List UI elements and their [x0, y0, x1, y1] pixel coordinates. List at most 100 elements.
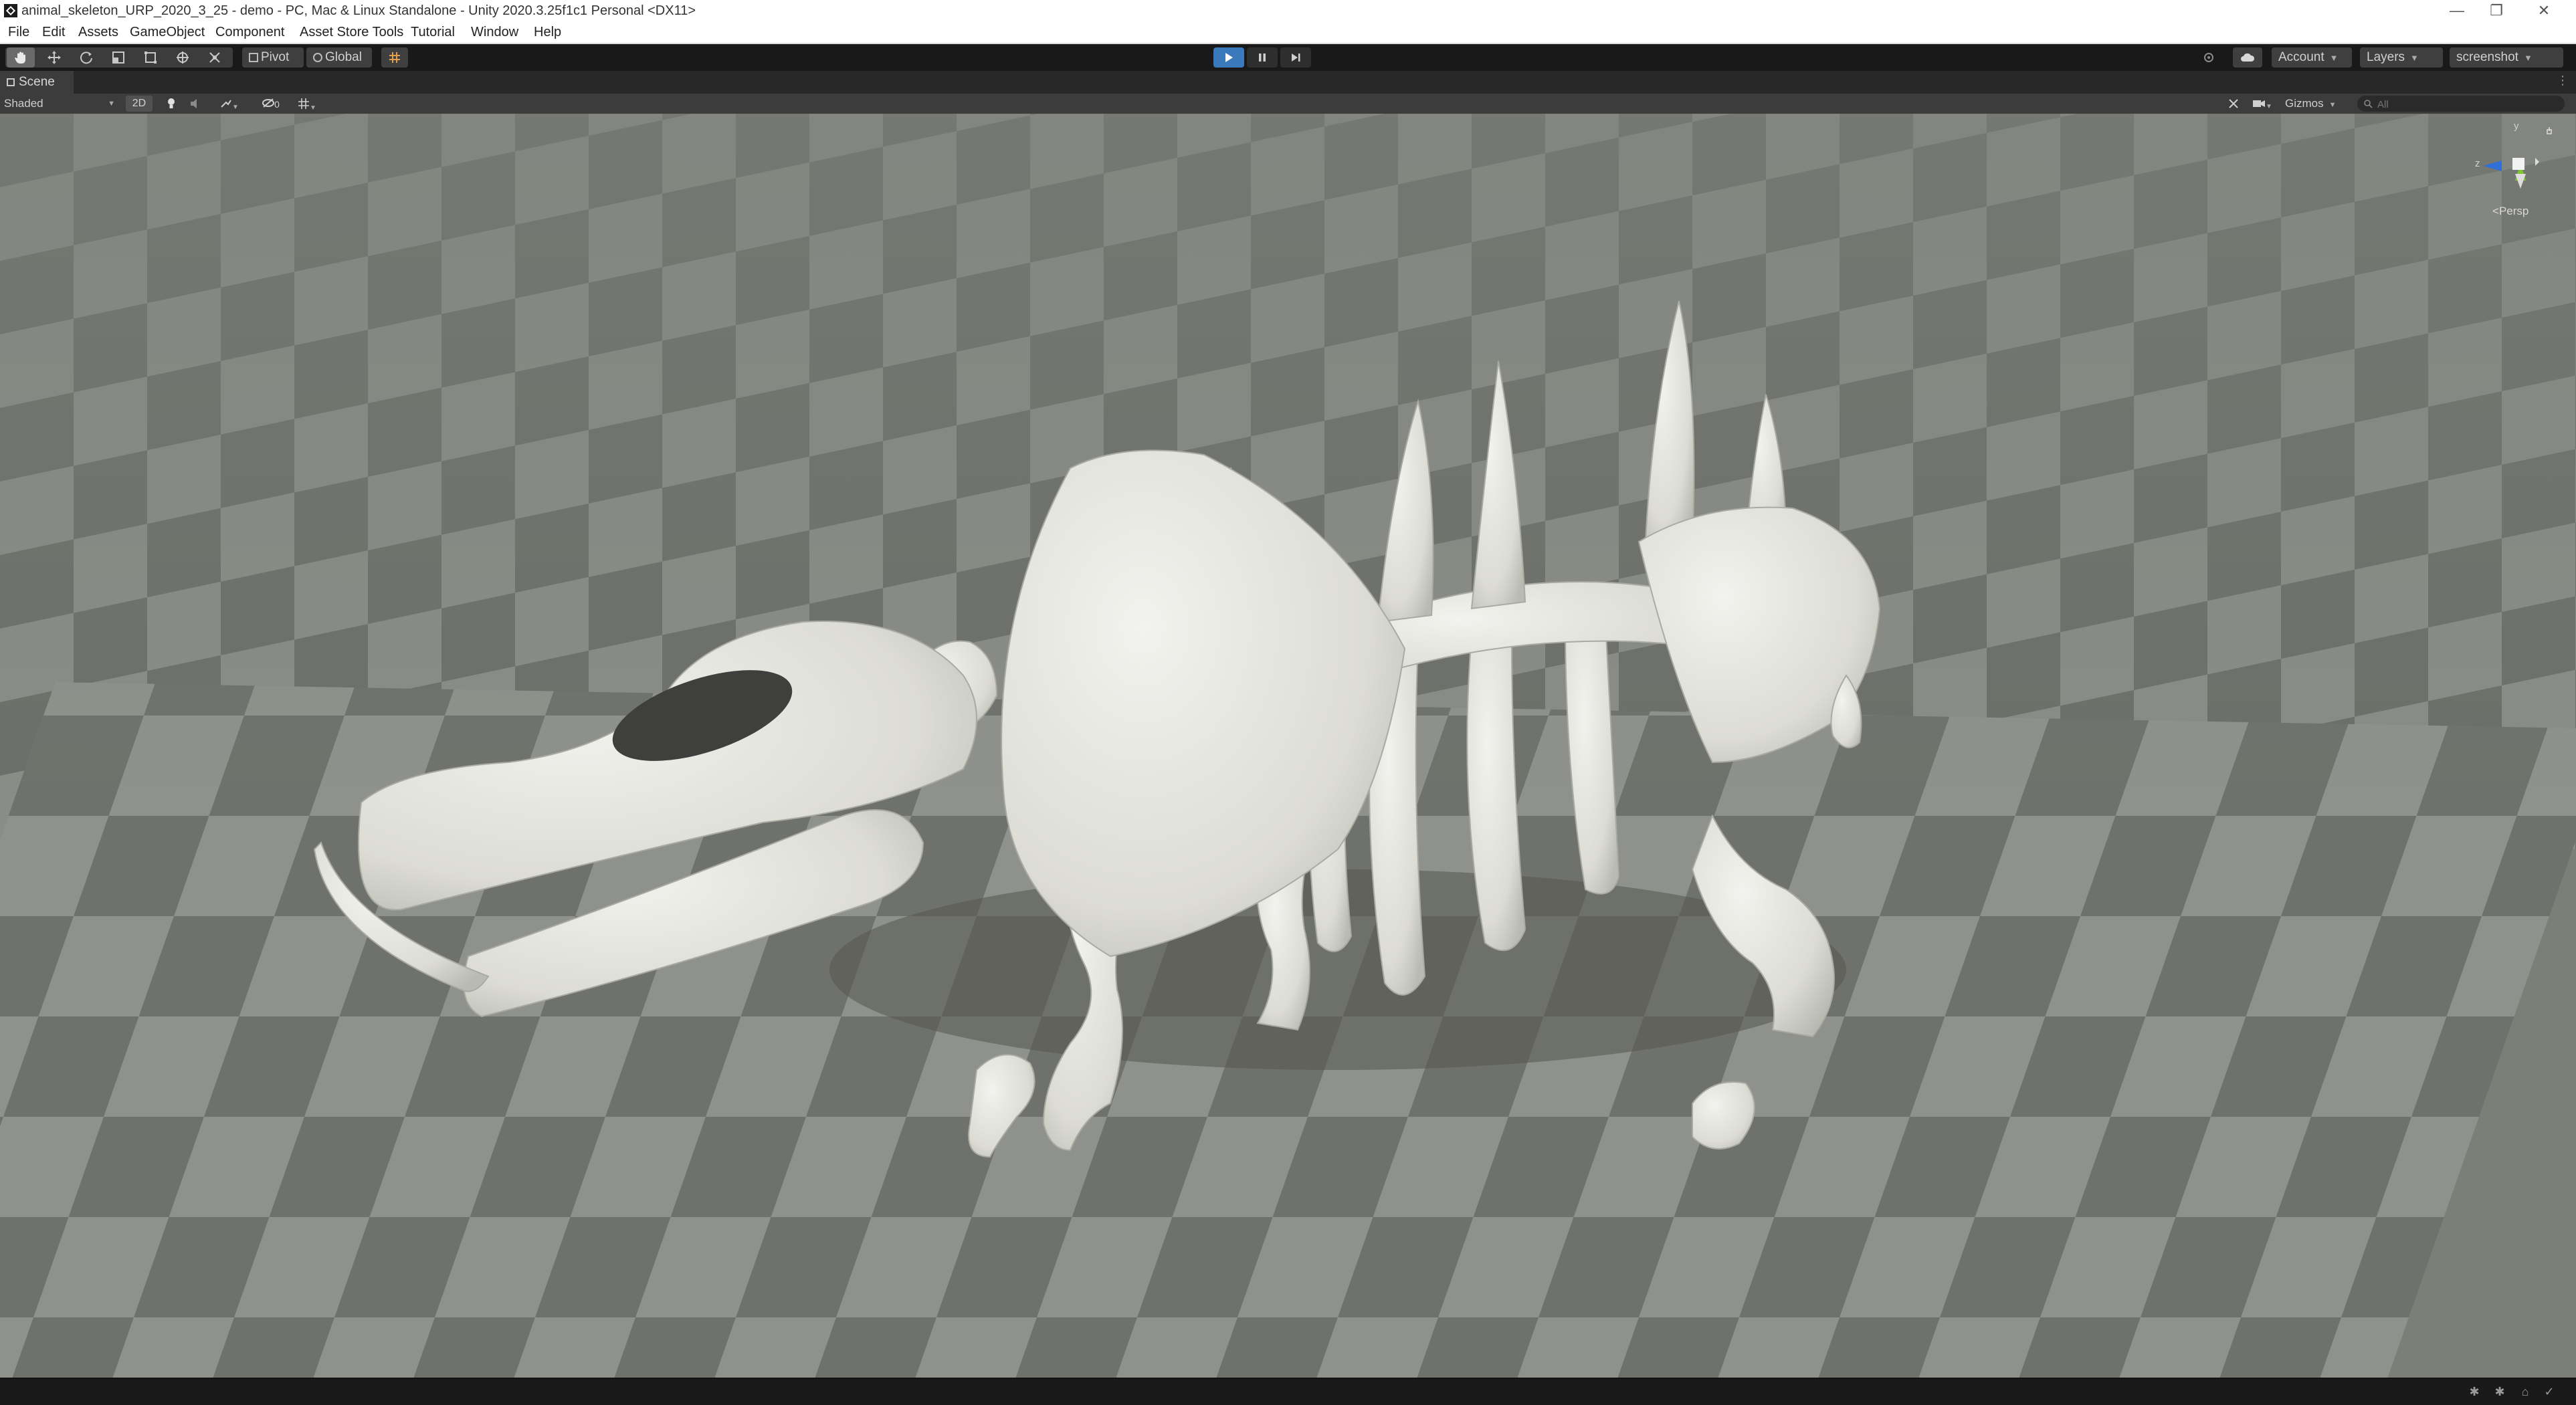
pause-button[interactable]	[1247, 47, 1278, 68]
hidden-count: 0	[274, 99, 280, 110]
layers-label: Layers	[2367, 50, 2405, 64]
lightbulb-icon	[168, 98, 175, 108]
audio-toggle[interactable]	[185, 96, 206, 112]
layers-dropdown[interactable]: Layers ▼	[2360, 47, 2443, 68]
collab-icon	[2204, 53, 2213, 62]
network-icon[interactable]: ⌂	[2518, 1384, 2533, 1399]
pivot-toggle[interactable]: Pivot	[242, 47, 304, 68]
menu-window[interactable]: Window	[471, 23, 518, 41]
transform-tool-button[interactable]	[169, 47, 197, 68]
projection-icon: <	[2492, 205, 2499, 217]
custom-tool-icon	[209, 52, 220, 63]
debug-icon[interactable]: ✱	[2492, 1384, 2507, 1399]
gizmos-dropdown[interactable]: Gizmos ▼	[2285, 95, 2345, 112]
window-title-bar: animal_skeleton_URP_2020_3_25 - demo - P…	[0, 0, 2576, 21]
rotate-icon	[80, 51, 92, 64]
layout-dropdown[interactable]: screenshot ▼	[2450, 47, 2563, 68]
progress-icon[interactable]: ✓	[2542, 1384, 2557, 1399]
main-toolbar: Pivot Global Account ▼ Layers ▼ screenshot…	[0, 44, 2576, 71]
menu-tutorial[interactable]: Tutorial	[411, 23, 455, 41]
menu-asset-store-tools[interactable]: Asset Store Tools	[300, 23, 403, 41]
step-button[interactable]	[1280, 47, 1311, 68]
grid-dropdown[interactable]: ▼	[289, 96, 325, 112]
cloud-icon	[2241, 53, 2255, 62]
chevron-down-icon: ▼	[2329, 101, 2337, 109]
menu-edit[interactable]: Edit	[42, 23, 65, 41]
close-button[interactable]: ✕	[2525, 0, 2563, 21]
tab-scene[interactable]: Scene	[0, 71, 74, 94]
unity-logo-icon	[4, 4, 17, 17]
collab-button[interactable]	[2195, 47, 2222, 68]
bug-icon[interactable]: ✱	[2467, 1384, 2482, 1399]
move-icon	[47, 51, 61, 64]
chevron-down-icon: ▼	[2329, 53, 2339, 63]
camera-icon	[2253, 100, 2266, 107]
gizmo-center[interactable]	[2512, 158, 2524, 170]
scene-tab-icon	[7, 78, 15, 86]
menu-bar: File Edit Assets GameObject Component As…	[0, 21, 2576, 44]
window-title: animal_skeleton_URP_2020_3_25 - demo - P…	[21, 3, 696, 18]
gizmo-y-label: y	[2514, 120, 2519, 132]
play-icon	[1225, 53, 1233, 62]
play-button[interactable]	[1213, 47, 1244, 68]
chevron-down-icon: ▼	[108, 100, 115, 108]
status-bar: ✱ ✱ ⌂ ✓	[0, 1378, 2576, 1405]
minimize-button[interactable]: —	[2438, 0, 2476, 21]
scene-tab-bar: Scene ⋮	[0, 71, 2576, 94]
hidden-objects-toggle[interactable]: 0	[257, 96, 285, 112]
tools-toggle[interactable]	[2223, 96, 2244, 112]
search-input[interactable]	[2376, 97, 2559, 112]
scene-search[interactable]	[2357, 96, 2565, 112]
rotate-tool-button[interactable]	[72, 47, 100, 68]
account-label: Account	[2278, 50, 2324, 64]
menu-component[interactable]: Component	[215, 23, 284, 41]
layout-label: screenshot	[2456, 50, 2518, 64]
shading-mode-dropdown[interactable]: Shaded ▼	[4, 95, 119, 112]
camera-dropdown[interactable]: ▼	[2248, 96, 2277, 112]
chevron-down-icon: ▼	[310, 104, 316, 112]
hand-icon	[15, 51, 25, 64]
projection-toggle[interactable]: <Persp	[2492, 205, 2529, 218]
chevron-down-icon: ▼	[2523, 53, 2533, 63]
scale-tool-button[interactable]	[104, 47, 132, 68]
tab-menu-icon[interactable]: ⋮	[2557, 74, 2569, 88]
rect-tool-button[interactable]	[136, 47, 165, 68]
chevron-down-icon: ▼	[2266, 103, 2272, 110]
2d-toggle[interactable]: 2D	[126, 96, 153, 112]
cloud-button[interactable]	[2233, 47, 2262, 68]
eye-off-icon	[262, 98, 275, 108]
scene-view-toolbar: Shaded ▼ 2D ▼ 0 ▼ ▼ Gizmos ▼	[0, 94, 2576, 114]
search-icon	[2364, 100, 2373, 108]
chevron-down-icon: ▼	[2410, 53, 2419, 63]
scene-tab-label: Scene	[19, 75, 55, 89]
menu-file[interactable]: File	[8, 23, 29, 41]
transform-icon	[177, 51, 189, 64]
grid-snap-button[interactable]	[381, 47, 408, 68]
menu-help[interactable]: Help	[534, 23, 561, 41]
menu-assets[interactable]: Assets	[78, 23, 118, 41]
restore-button[interactable]: ❐	[2478, 0, 2515, 21]
pivot-icon	[249, 53, 258, 62]
menu-gameobject[interactable]: GameObject	[130, 23, 205, 41]
scene-render	[0, 114, 2576, 1378]
grid-icon	[298, 98, 310, 109]
move-tool-button[interactable]	[40, 47, 68, 68]
speaker-icon	[191, 99, 197, 108]
hand-tool-button[interactable]	[7, 47, 35, 68]
lighting-toggle[interactable]	[161, 96, 182, 112]
global-toggle[interactable]: Global	[306, 47, 372, 68]
gizmo-z-label: z	[2475, 158, 2480, 169]
effects-dropdown[interactable]: ▼	[213, 96, 246, 112]
scene-viewport[interactable]: y z <Persp	[0, 114, 2576, 1378]
grid-snap-icon	[389, 52, 400, 63]
projection-label: Persp	[2498, 205, 2529, 217]
chevron-down-icon: ▼	[232, 104, 239, 111]
pause-icon	[1259, 53, 1266, 62]
gizmos-label: Gizmos	[2285, 97, 2324, 110]
effects-icon	[221, 100, 231, 108]
custom-tool-button[interactable]	[201, 47, 229, 68]
account-dropdown[interactable]: Account ▼	[2272, 47, 2352, 68]
globe-icon	[313, 53, 322, 62]
step-icon	[1292, 53, 1300, 62]
rect-icon	[144, 51, 157, 64]
